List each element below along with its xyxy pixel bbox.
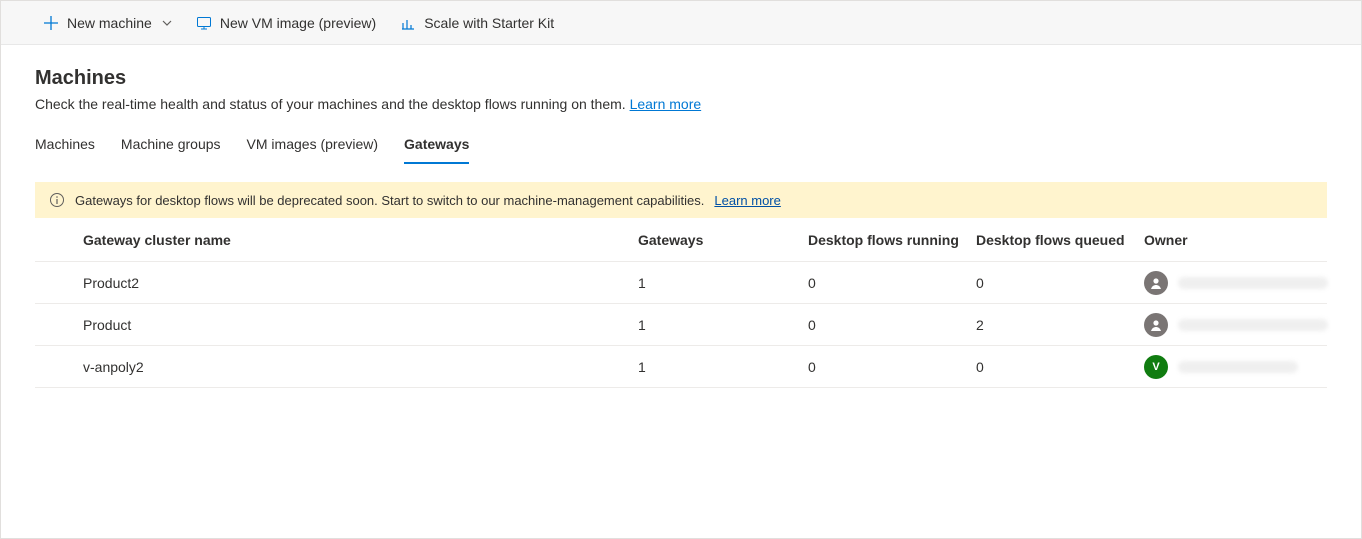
page-description: Check the real-time health and status of…: [35, 96, 1327, 112]
new-vm-image-button[interactable]: New VM image (preview): [188, 9, 384, 37]
cell-running: 0: [808, 317, 976, 333]
page-title: Machines: [35, 67, 1327, 90]
cell-gateways: 1: [638, 359, 808, 375]
owner-name-redacted: [1178, 319, 1328, 331]
avatar: V: [1144, 355, 1168, 379]
cell-owner: V: [1144, 355, 1323, 379]
table-row[interactable]: v-anpoly2100V: [35, 346, 1327, 388]
cell-owner: [1144, 271, 1328, 295]
cell-gateways: 1: [638, 275, 808, 291]
person-icon: [1144, 313, 1168, 337]
cell-queued: 0: [976, 275, 1144, 291]
tabs: Machines Machine groups VM images (preview…: [35, 130, 1327, 164]
deprecation-banner: Gateways for desktop flows will be depre…: [35, 182, 1327, 218]
chevron-down-icon: [162, 18, 172, 28]
col-header-running[interactable]: Desktop flows running: [808, 232, 976, 248]
new-vm-image-label: New VM image (preview): [220, 15, 376, 31]
banner-learn-more-link[interactable]: Learn more: [714, 193, 780, 208]
gateways-table: Gateway cluster name Gateways Desktop fl…: [35, 218, 1327, 388]
toolbar: New machine New VM image (preview) Scale…: [1, 1, 1361, 45]
banner-text: Gateways for desktop flows will be depre…: [75, 193, 704, 208]
owner-name-redacted: [1178, 277, 1328, 289]
cell-name: v-anpoly2: [83, 359, 638, 375]
cell-running: 0: [808, 359, 976, 375]
tab-vm-images-preview-[interactable]: VM images (preview): [247, 130, 378, 164]
new-machine-label: New machine: [67, 15, 152, 31]
tab-gateways[interactable]: Gateways: [404, 130, 469, 164]
cell-name: Product2: [83, 275, 638, 291]
cell-queued: 2: [976, 317, 1144, 333]
cell-name: Product: [83, 317, 638, 333]
new-machine-button[interactable]: New machine: [35, 9, 180, 37]
col-header-name[interactable]: Gateway cluster name: [83, 232, 638, 248]
content-area: Machines Check the real-time health and …: [1, 45, 1361, 388]
person-icon: [1144, 271, 1168, 295]
table-header-row: Gateway cluster name Gateways Desktop fl…: [35, 218, 1327, 262]
cell-owner: [1144, 313, 1328, 337]
chart-icon: [400, 15, 416, 31]
monitor-icon: [196, 15, 212, 31]
cell-gateways: 1: [638, 317, 808, 333]
cell-running: 0: [808, 275, 976, 291]
scale-starter-kit-button[interactable]: Scale with Starter Kit: [392, 9, 562, 37]
col-header-owner[interactable]: Owner: [1144, 232, 1323, 248]
col-header-queued[interactable]: Desktop flows queued: [976, 232, 1144, 248]
info-icon: [49, 192, 65, 208]
tab-machines[interactable]: Machines: [35, 130, 95, 164]
learn-more-link[interactable]: Learn more: [630, 96, 702, 112]
col-header-gateways[interactable]: Gateways: [638, 232, 808, 248]
cell-queued: 0: [976, 359, 1144, 375]
owner-name-redacted: [1178, 361, 1298, 373]
scale-starter-kit-label: Scale with Starter Kit: [424, 15, 554, 31]
table-row[interactable]: Product2100: [35, 262, 1327, 304]
tab-machine-groups[interactable]: Machine groups: [121, 130, 221, 164]
table-row[interactable]: Product102: [35, 304, 1327, 346]
plus-icon: [43, 15, 59, 31]
